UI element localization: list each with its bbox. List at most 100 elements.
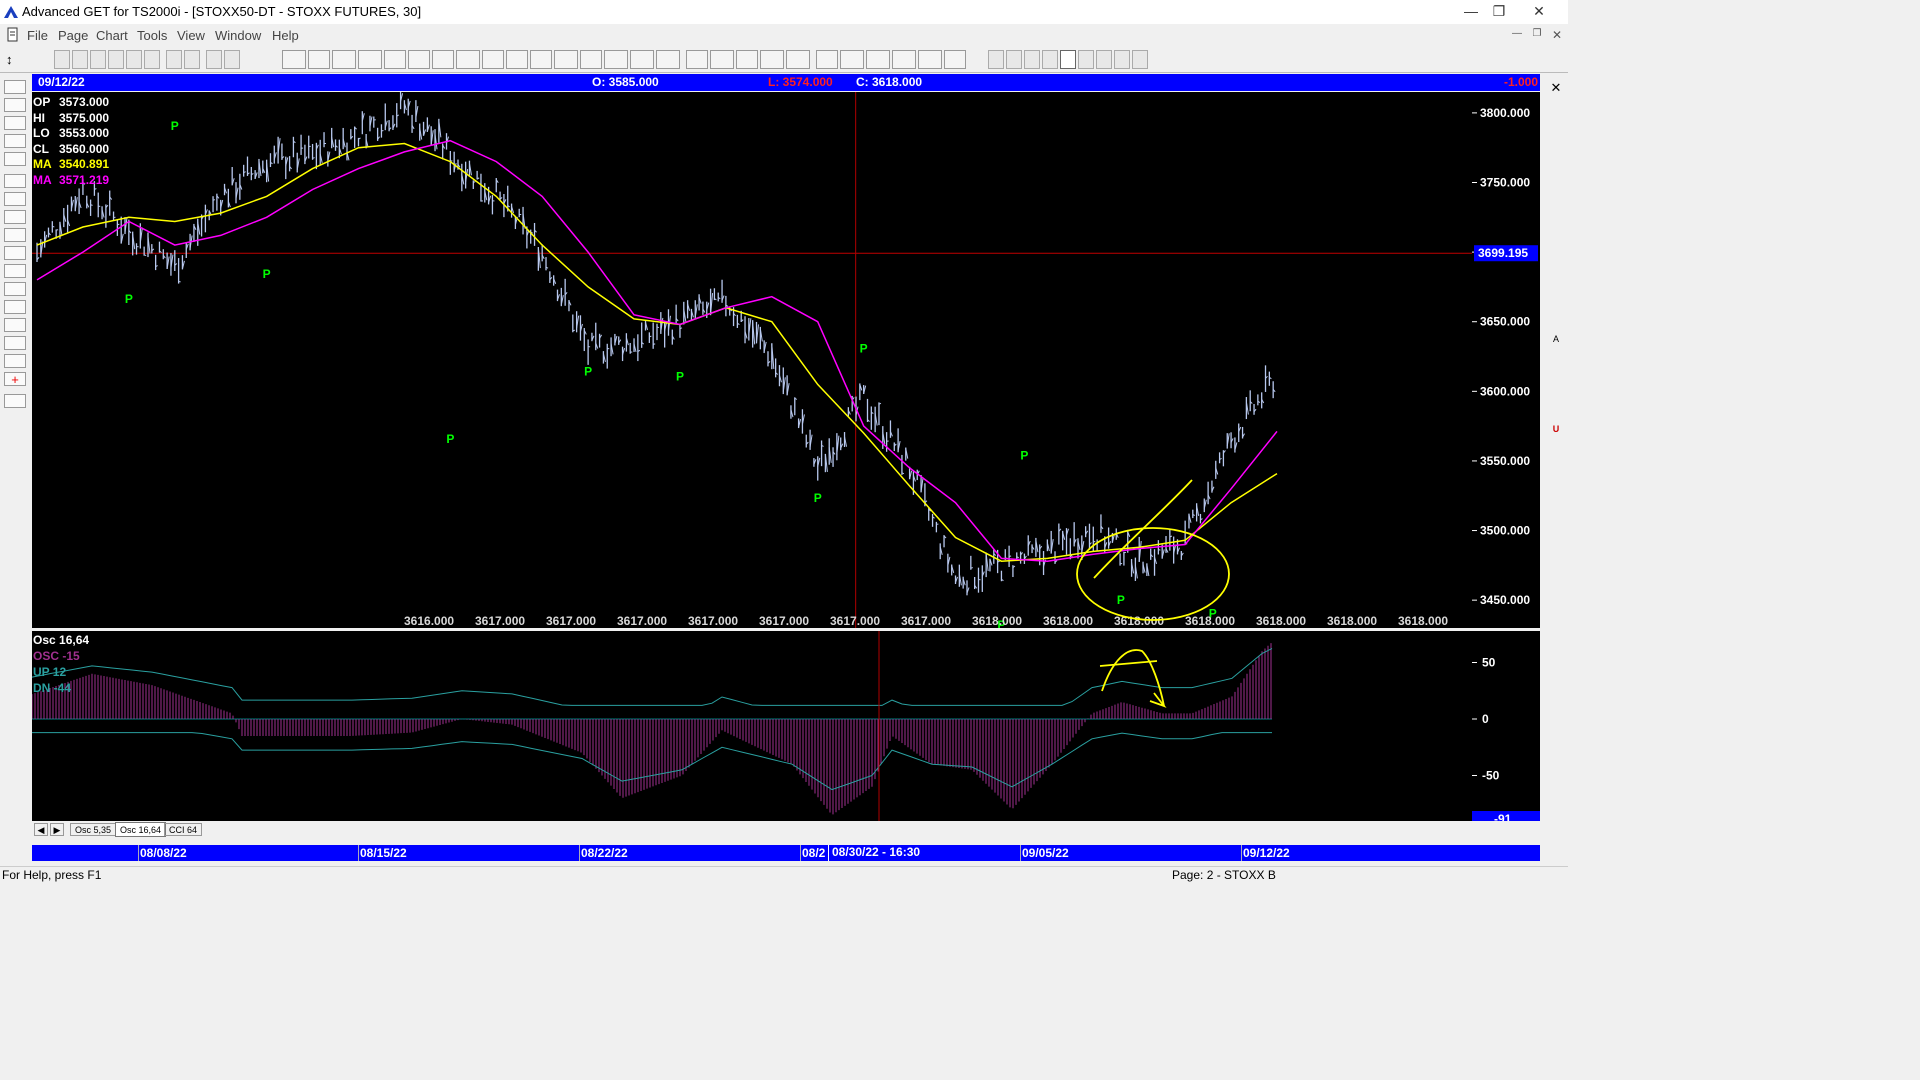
grid-tool2-icon[interactable] (1547, 296, 1565, 311)
interval-W[interactable] (1114, 50, 1130, 69)
fib-ret-icon[interactable] (1547, 134, 1565, 149)
interval-M[interactable] (1132, 50, 1148, 69)
indicator-macd[interactable] (408, 50, 430, 69)
menu-view[interactable]: View (177, 28, 205, 43)
new-icon[interactable] (54, 50, 70, 69)
box-tool-icon[interactable] (1547, 224, 1565, 239)
indicator-rsi[interactable] (506, 50, 528, 69)
compress-icon[interactable] (4, 282, 26, 296)
grid-icon[interactable] (166, 50, 182, 69)
interval-10[interactable] (1024, 50, 1040, 69)
indicator-bias[interactable] (686, 50, 708, 69)
menu-help[interactable]: Help (272, 28, 299, 43)
gann-icon[interactable] (4, 336, 26, 350)
indicator-stoch[interactable] (530, 50, 552, 69)
interval-D[interactable] (1096, 50, 1112, 69)
tab-scroll-right[interactable]: ▶ (50, 823, 64, 836)
indicator-pivot[interactable] (816, 50, 838, 69)
pen-icon[interactable] (1547, 98, 1565, 113)
interval-60[interactable] (1078, 50, 1094, 69)
channel-tool-icon[interactable] (1547, 260, 1565, 275)
ellipse-tool-icon[interactable] (1547, 242, 1565, 257)
indicator-seas-onals[interactable] (866, 50, 890, 69)
elliott-icon[interactable] (4, 152, 26, 166)
interval-5[interactable] (1006, 50, 1022, 69)
up-arrow-icon[interactable] (4, 174, 26, 188)
indicator-trade-profile[interactable] (918, 50, 942, 69)
indicator-bol-band[interactable] (710, 50, 734, 69)
fib-ext-icon[interactable] (1547, 152, 1565, 167)
indicator-time-clust[interactable] (554, 50, 578, 69)
study-icon[interactable] (4, 134, 26, 148)
fib-icon[interactable] (4, 354, 26, 368)
eraser-icon[interactable] (1547, 368, 1565, 383)
reset-icon[interactable] (4, 116, 26, 130)
indicator-open-int[interactable] (456, 50, 480, 69)
what-icon[interactable] (224, 50, 240, 69)
close-button[interactable]: ✕ (1522, 0, 1556, 24)
price-chart[interactable]: PPPPP PPPPPPP3616.000 3617.000 3617.000 3617… (32, 92, 1472, 628)
arrows-tool-icon[interactable] (1547, 206, 1565, 221)
copy-icon[interactable] (144, 50, 160, 69)
indicator-obv[interactable] (432, 50, 454, 69)
page-icon[interactable] (4, 80, 26, 94)
bars-icon[interactable] (4, 246, 26, 260)
save-icon[interactable] (90, 50, 106, 69)
menu-file[interactable]: File (27, 28, 48, 43)
indicator-cycles[interactable] (332, 50, 356, 69)
print-icon[interactable] (184, 50, 200, 69)
indicator-donch[interactable] (736, 50, 758, 69)
mob-icon[interactable] (1547, 314, 1565, 329)
lines-icon[interactable] (4, 318, 26, 332)
crosshair-icon[interactable]: + (4, 372, 26, 386)
indicator-xtl[interactable] (944, 50, 966, 69)
tab-cci-64[interactable]: CCI 64 (164, 823, 203, 836)
text-tool-icon[interactable]: A (1547, 332, 1565, 347)
interval-1[interactable] (988, 50, 1004, 69)
fib-time-icon[interactable] (1547, 170, 1565, 185)
indicator-auto-trend[interactable] (656, 50, 680, 69)
tab-scroll-left[interactable]: ◀ (34, 823, 48, 836)
circle-tool-icon[interactable] (1547, 188, 1565, 203)
menu-tools[interactable]: Tools (137, 28, 167, 43)
pointer-icon[interactable]: ↕ (6, 52, 20, 68)
tab-osc-16-64[interactable]: Osc 16,64 (115, 822, 167, 837)
line-tool-icon[interactable] (1547, 116, 1565, 131)
menu-page[interactable]: Page (58, 28, 88, 43)
left-arrow-icon[interactable] (4, 210, 26, 224)
forward-icon[interactable] (126, 50, 142, 69)
indicator-osc[interactable] (482, 50, 504, 69)
stack-tool-icon[interactable] (1547, 404, 1565, 419)
close-tool-icon[interactable]: ✕ (1547, 80, 1565, 95)
menu-window[interactable]: Window (215, 28, 261, 43)
indicator-adx-dmi[interactable] (282, 50, 306, 69)
indicator-elliott-trig[interactable] (358, 50, 382, 69)
indicator-price-clust[interactable] (840, 50, 864, 69)
mdi-close-button[interactable]: ✕ (1550, 28, 1564, 42)
zoom-icon[interactable] (1547, 350, 1565, 365)
open-icon[interactable] (72, 50, 88, 69)
magnet-icon[interactable]: U (1547, 422, 1565, 437)
indicator-jti[interactable] (384, 50, 406, 69)
back-icon[interactable] (108, 50, 124, 69)
restore-button[interactable]: ❐ (1482, 0, 1516, 24)
right-arrow-icon[interactable] (4, 228, 26, 242)
snapshot-icon[interactable] (4, 394, 26, 408)
indicator-auto-gann[interactable] (630, 50, 654, 69)
oscillator-panel[interactable] (32, 631, 1472, 821)
menu-chart[interactable]: Chart (96, 28, 128, 43)
indicator-vol[interactable] (580, 50, 602, 69)
indicator-cci[interactable] (308, 50, 330, 69)
cycle-icon[interactable] (4, 98, 26, 112)
print-tool-icon[interactable] (1547, 386, 1565, 401)
mdi-restore-button[interactable]: ❐ (1530, 28, 1544, 42)
interval-15[interactable] (1042, 50, 1058, 69)
expand-icon[interactable] (4, 264, 26, 278)
grid-tool-icon[interactable] (4, 300, 26, 314)
indicator-money-flow[interactable] (604, 50, 628, 69)
indicator-para-bolic[interactable] (786, 50, 810, 69)
tab-osc-5-35[interactable]: Osc 5,35 (70, 823, 117, 836)
pti-icon[interactable] (1547, 278, 1565, 293)
mdi-minimize-button[interactable]: — (1510, 28, 1524, 42)
down-arrow-icon[interactable] (4, 192, 26, 206)
